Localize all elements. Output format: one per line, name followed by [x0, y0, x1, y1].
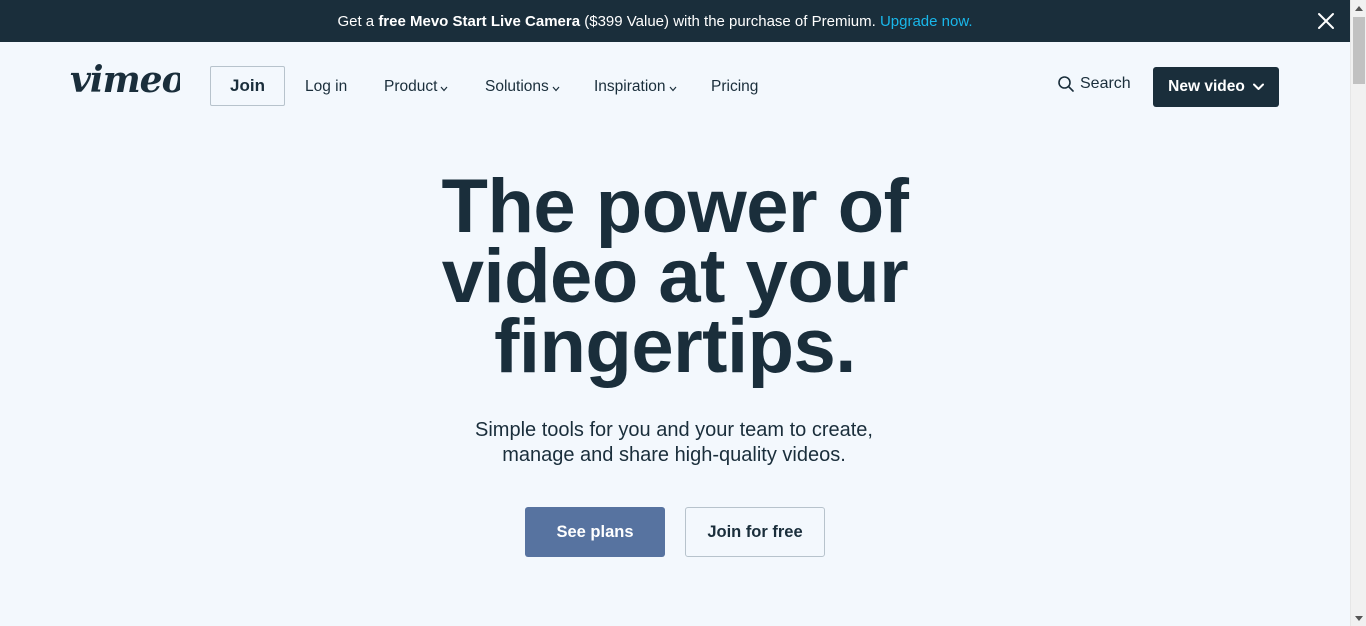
- promo-text: Get a free Mevo Start Live Camera ($399 …: [337, 13, 972, 30]
- login-link[interactable]: Log in: [305, 78, 347, 96]
- promo-banner: Get a free Mevo Start Live Camera ($399 …: [0, 0, 1350, 42]
- search-label: Search: [1080, 75, 1131, 92]
- nav-product[interactable]: Product: [384, 78, 448, 96]
- new-video-label: New video: [1168, 78, 1245, 95]
- login-label: Log in: [305, 78, 348, 95]
- vertical-scrollbar[interactable]: [1350, 0, 1366, 626]
- scroll-down-icon[interactable]: [1351, 610, 1366, 626]
- hero-subtitle-line: Simple tools for you and your team to cr…: [475, 419, 873, 441]
- promo-suffix: ($399 Value) with the purchase of Premiu…: [580, 12, 880, 30]
- see-plans-button[interactable]: See plans: [525, 507, 665, 557]
- chevron-down-icon: [440, 86, 448, 92]
- hero-subtitle: Simple tools for you and your team to cr…: [424, 418, 924, 468]
- hero-subtitle-line: manage and share high-quality videos.: [502, 444, 846, 466]
- hero-title-line: fingertips.: [494, 304, 856, 389]
- close-icon[interactable]: [1316, 11, 1336, 31]
- join-button[interactable]: Join: [210, 66, 285, 106]
- inspiration-label: Inspiration: [594, 78, 666, 95]
- pricing-label: Pricing: [711, 78, 759, 95]
- vimeo-logo[interactable]: vimeo: [70, 59, 186, 101]
- solutions-label: Solutions: [485, 78, 549, 95]
- promo-highlight: free Mevo Start Live Camera: [378, 12, 581, 30]
- product-label: Product: [384, 78, 438, 95]
- scroll-up-icon[interactable]: [1351, 0, 1366, 16]
- chevron-down-icon: [669, 86, 676, 92]
- nav-pricing[interactable]: Pricing: [711, 78, 758, 96]
- chevron-down-icon: [552, 86, 560, 92]
- chevron-down-icon: [1252, 83, 1264, 90]
- hero-title: The power of video at your fingertips.: [383, 169, 967, 385]
- upgrade-link[interactable]: Upgrade now.: [880, 13, 973, 30]
- search-icon: [1058, 76, 1074, 92]
- svg-text:vimeo: vimeo: [70, 62, 180, 98]
- promo-prefix: Get a: [337, 12, 379, 30]
- join-for-free-button[interactable]: Join for free: [685, 507, 825, 557]
- scrollbar-thumb[interactable]: [1353, 17, 1365, 84]
- new-video-button[interactable]: New video: [1153, 67, 1279, 107]
- nav-inspiration[interactable]: Inspiration: [594, 78, 677, 96]
- nav-solutions[interactable]: Solutions: [485, 78, 560, 96]
- search-button[interactable]: Search: [1058, 75, 1131, 93]
